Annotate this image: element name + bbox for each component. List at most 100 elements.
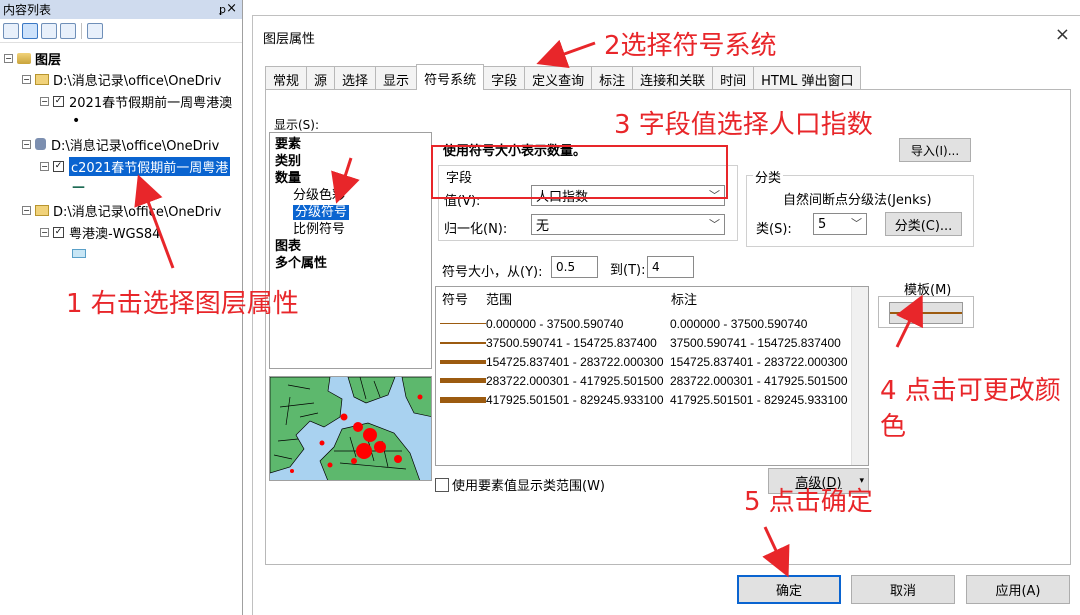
symbol-size-to-input[interactable]: 4 [647, 256, 694, 278]
annotation-step1: 1 右击选择图层属性 [66, 289, 299, 319]
preview-map-graphic [270, 377, 431, 480]
tab-fields[interactable]: 字段 [483, 66, 526, 89]
toolbar-separator [81, 22, 82, 39]
chevron-down-icon: ﹀ [851, 217, 862, 230]
options-icon[interactable] [87, 22, 103, 39]
class-label[interactable]: 283722.000301 - 417925.501500 [670, 374, 848, 388]
show-item-features[interactable]: 要素 [275, 136, 426, 153]
tab-bar: 常规 源 选择 显示 符号系统 字段 定义查询 标注 连接和关联 时间 HTML… [265, 64, 862, 90]
template-symbol-swatch[interactable] [878, 296, 974, 328]
symbol-size-from-input[interactable]: 0.5 [551, 256, 598, 278]
class-row[interactable]: 37500.590741 - 154725.837400 37500.590741… [436, 333, 856, 352]
class-label[interactable]: 37500.590741 - 154725.837400 [670, 336, 841, 350]
tree-folder-3[interactable]: − D:\消息记录\office\OneDriv [22, 201, 221, 220]
classes-table[interactable]: 符号 范围 标注 0.000000 - 37500.590740 0.000000… [435, 286, 869, 466]
tree-root-layers[interactable]: − 图层 [4, 49, 62, 68]
collapse-icon[interactable]: − [22, 139, 31, 149]
column-header-symbol[interactable]: 符号 [442, 289, 468, 308]
show-item-multiple-attributes[interactable]: 多个属性 [275, 255, 426, 272]
collapse-icon[interactable]: − [40, 227, 49, 237]
class-symbol-line[interactable] [436, 323, 486, 324]
use-feature-values-checkbox[interactable] [435, 477, 449, 492]
value-field-select[interactable]: 人口指数 ﹀ [531, 185, 725, 206]
symbol-size-from-label: 符号大小，从(Y): [442, 265, 543, 280]
chevron-down-icon: ﹀ [709, 218, 720, 231]
symbology-heading: 使用符号大小表示数量。 [443, 144, 587, 159]
close-icon[interactable]: × [226, 1, 237, 16]
show-item-charts[interactable]: 图表 [275, 238, 426, 255]
pin-icon[interactable]: ꝑ [219, 3, 226, 16]
class-label[interactable]: 154725.837401 - 283722.000300 [670, 355, 848, 369]
class-row[interactable]: 154725.837401 - 283722.000300 154725.8374… [436, 352, 856, 371]
class-range: 37500.590741 - 154725.837400 [486, 335, 657, 350]
show-item-proportional-symbols[interactable]: 比例符号 [275, 221, 426, 238]
show-list: 要素 类别 数量 分级色彩 分级符号 比例符号 图表 多个属性 [269, 132, 432, 369]
classes-count-select[interactable]: 5 ﹀ [813, 213, 867, 235]
class-symbol-line[interactable] [436, 378, 486, 383]
column-header-label[interactable]: 标注 [671, 289, 697, 308]
classes-label: 类(S): [756, 222, 792, 237]
layer-visibility-checkbox[interactable]: ✓ [53, 95, 64, 107]
tab-joins-relates[interactable]: 连接和关联 [632, 66, 714, 89]
tab-labels[interactable]: 标注 [591, 66, 634, 89]
column-header-range[interactable]: 范围 [486, 289, 512, 308]
show-item-graduated-symbols[interactable]: 分级符号 [275, 204, 426, 221]
class-range: 154725.837401 - 283722.000300 [486, 354, 664, 369]
classify-button[interactable]: 分类(C)... [885, 212, 962, 236]
dialog-close-icon[interactable]: × [1055, 24, 1070, 45]
tree-layer-2[interactable]: − ✓ c2021春节假期前一周粤港 [40, 156, 231, 176]
tab-time[interactable]: 时间 [712, 66, 755, 89]
tab-definition-query[interactable]: 定义查询 [524, 66, 593, 89]
class-symbol-line[interactable] [436, 359, 486, 364]
annotation-step3: 3 字段值选择人口指数 [614, 110, 873, 140]
folder-icon [35, 204, 49, 216]
class-symbol-line[interactable] [436, 396, 486, 403]
apply-button[interactable]: 应用(A) [966, 575, 1070, 604]
tree-database-2[interactable]: − D:\消息记录\office\OneDriv [22, 135, 219, 154]
tab-general[interactable]: 常规 [265, 66, 308, 89]
layer-symbol-point: • [72, 113, 81, 129]
list-by-selection-icon[interactable] [60, 22, 76, 39]
list-by-visibility-icon[interactable] [41, 22, 57, 39]
symbology-preview-map [269, 376, 432, 481]
class-row[interactable]: 0.000000 - 37500.590740 0.000000 - 37500.… [436, 314, 856, 333]
annotation-step4-line2: 色 [880, 412, 907, 442]
show-item-graduated-colors[interactable]: 分级色彩 [275, 187, 426, 204]
tab-display[interactable]: 显示 [375, 66, 418, 89]
class-range: 0.000000 - 37500.590740 [486, 316, 624, 331]
list-by-drawing-order-icon[interactable] [3, 22, 19, 39]
collapse-icon[interactable]: − [22, 205, 31, 215]
class-label[interactable]: 0.000000 - 37500.590740 [670, 317, 807, 331]
use-feature-values-option[interactable]: 使用要素值显示类范围(W) [435, 475, 605, 494]
class-row[interactable]: 283722.000301 - 417925.501500 283722.0003… [436, 371, 856, 390]
root-label: 图层 [35, 52, 62, 68]
layer-visibility-checkbox[interactable]: ✓ [53, 226, 64, 238]
collapse-icon[interactable]: − [4, 53, 13, 63]
layer-visibility-checkbox[interactable]: ✓ [53, 160, 64, 172]
tab-symbology[interactable]: 符号系统 [416, 64, 485, 90]
tree-folder-1[interactable]: − D:\消息记录\office\OneDriv [22, 70, 221, 89]
class-row[interactable]: 417925.501501 - 829245.933100 417925.5015… [436, 390, 856, 409]
table-scrollbar[interactable] [851, 287, 868, 465]
layer-symbol-polygon [72, 249, 86, 258]
tree-layer-1[interactable]: − ✓ 2021春节假期前一周粤港澳 [40, 92, 232, 111]
ok-button[interactable]: 确定 [737, 575, 841, 604]
show-item-quantities[interactable]: 数量 [275, 170, 426, 187]
layers-icon [17, 52, 31, 64]
show-item-categories[interactable]: 类别 [275, 153, 426, 170]
tab-selection[interactable]: 选择 [334, 66, 377, 89]
cancel-button[interactable]: 取消 [851, 575, 955, 604]
toc-title: 内容列表 [3, 3, 52, 17]
tree-layer-3[interactable]: − ✓ 粤港澳-WGS84 [40, 223, 160, 242]
collapse-icon[interactable]: − [40, 161, 49, 171]
collapse-icon[interactable]: − [40, 96, 49, 106]
layer-name-selected[interactable]: c2021春节假期前一周粤港 [69, 156, 231, 176]
class-symbol-line[interactable] [436, 341, 486, 344]
collapse-icon[interactable]: − [22, 74, 31, 84]
list-by-source-icon[interactable] [22, 22, 38, 39]
tab-source[interactable]: 源 [306, 66, 336, 89]
import-button[interactable]: 导入(I)... [899, 138, 971, 162]
normalization-select[interactable]: 无 ﹀ [531, 214, 725, 235]
tab-html-popup[interactable]: HTML 弹出窗口 [753, 66, 862, 89]
class-label[interactable]: 417925.501501 - 829245.933100 [670, 393, 848, 407]
